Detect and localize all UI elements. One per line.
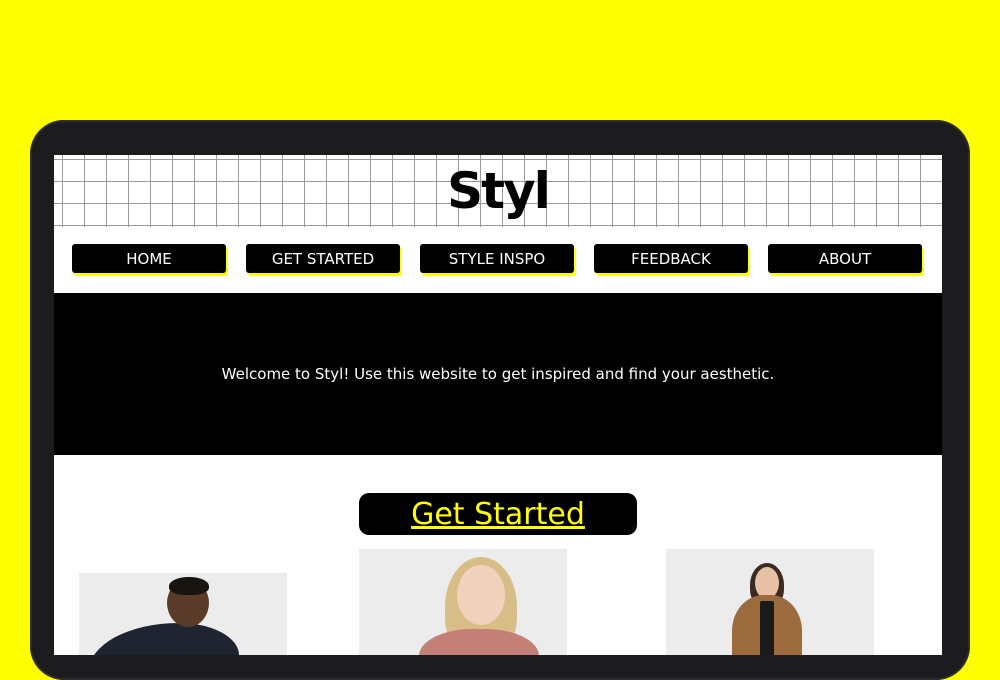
site-header: Styl [54, 155, 942, 227]
nav-style-inspo-button[interactable]: STYLE INSPO [420, 244, 574, 273]
nav-get-started-button[interactable]: GET STARTED [246, 244, 400, 273]
site-logo[interactable]: Styl [54, 161, 942, 221]
main-nav: HOME GET STARTED STYLE INSPO FEEDBACK AB… [54, 227, 942, 293]
jacket-shape [89, 623, 239, 655]
model-hair [169, 577, 209, 595]
browser-screen: Styl HOME GET STARTED STYLE INSPO FEEDBA… [54, 155, 942, 655]
style-photo-2[interactable] [359, 549, 567, 655]
dark-top-shape [760, 601, 774, 655]
nav-home-button[interactable]: HOME [72, 244, 226, 273]
welcome-text: Welcome to Styl! Use this website to get… [221, 365, 775, 383]
get-started-button[interactable]: Get Started [359, 493, 637, 535]
nav-about-button[interactable]: ABOUT [768, 244, 922, 273]
model-head [457, 565, 505, 625]
style-photo-1[interactable] [79, 573, 287, 655]
coat-shape [419, 629, 539, 655]
main-content: Get Started [54, 455, 942, 655]
nav-feedback-button[interactable]: FEEDBACK [594, 244, 748, 273]
hero-banner: Welcome to Styl! Use this website to get… [54, 293, 942, 455]
style-photo-3[interactable] [666, 549, 874, 655]
